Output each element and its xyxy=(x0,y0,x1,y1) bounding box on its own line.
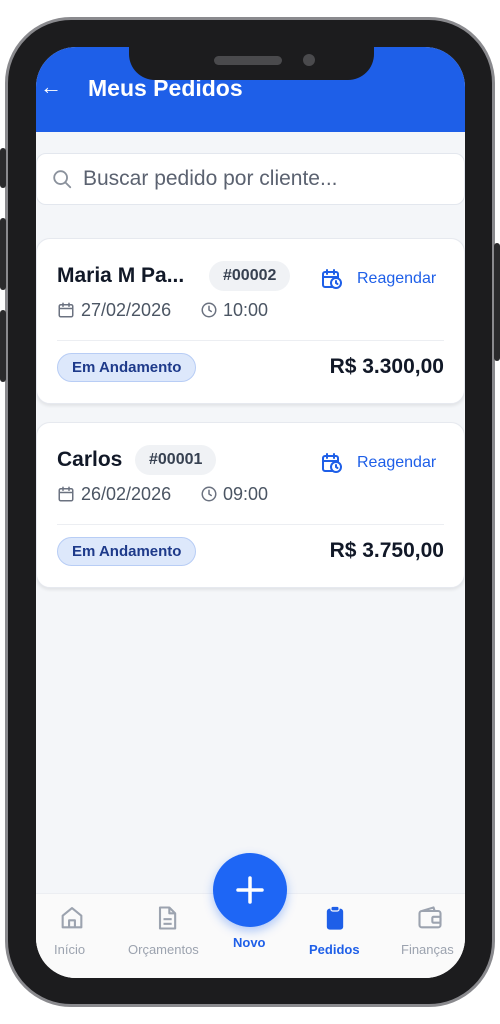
new-order-label: Novo xyxy=(233,935,266,950)
phone-side-button xyxy=(494,243,500,361)
notch xyxy=(129,47,374,80)
order-id-badge: #00002 xyxy=(209,261,291,291)
reschedule-label: Reagendar xyxy=(357,454,437,471)
order-card[interactable]: Carlos #00001 Reagendar 26/02/2026 09:00… xyxy=(36,422,465,588)
nav-label: Orçamentos xyxy=(128,942,199,957)
clipboard-icon xyxy=(326,905,344,930)
camera xyxy=(303,54,315,66)
calendar-icon xyxy=(58,486,74,502)
nav-label: Início xyxy=(54,942,86,957)
document-icon xyxy=(158,906,177,930)
reschedule-button[interactable]: Reagendar xyxy=(320,451,440,475)
reschedule-label: Reagendar xyxy=(357,270,437,287)
search-icon xyxy=(53,170,72,189)
order-date: 27/02/2026 xyxy=(81,300,172,320)
client-name: Carlos xyxy=(57,448,123,471)
calendar-clock-icon xyxy=(322,453,342,473)
wallet-icon xyxy=(418,906,442,929)
clock-icon xyxy=(201,302,217,318)
clock-icon xyxy=(201,486,217,502)
order-time: 10:00 xyxy=(223,300,269,320)
nav-item-inicio[interactable]: Início xyxy=(48,894,96,978)
home-icon xyxy=(61,907,83,929)
phone-screen: ← Meus Pedidos Maria M Pa... #00002 Reag… xyxy=(36,47,465,978)
order-time: 09:00 xyxy=(223,484,269,504)
calendar-icon xyxy=(58,302,74,318)
arrow-left-icon[interactable]: ← xyxy=(40,75,62,99)
order-total: R$ 3.300,00 xyxy=(329,355,444,378)
order-card[interactable]: Maria M Pa... #00002 Reagendar 27/02/202… xyxy=(36,238,465,404)
phone-side-button xyxy=(0,310,6,382)
phone-side-button xyxy=(0,218,6,290)
phone-side-button xyxy=(0,148,6,188)
reschedule-button[interactable]: Reagendar xyxy=(320,267,440,291)
search-input[interactable] xyxy=(83,164,453,194)
divider xyxy=(57,524,444,525)
order-id-badge: #00001 xyxy=(135,445,217,475)
nav-item-orcamentos[interactable]: Orçamentos xyxy=(126,894,210,978)
search-box[interactable] xyxy=(36,153,465,205)
status-badge: Em Andamento xyxy=(57,353,197,382)
nav-item-financas[interactable]: Finanças xyxy=(399,894,461,978)
new-order-button[interactable] xyxy=(213,853,287,927)
calendar-clock-icon xyxy=(322,269,342,289)
status-badge: Em Andamento xyxy=(57,537,197,566)
divider xyxy=(57,340,444,341)
nav-item-pedidos[interactable]: Pedidos xyxy=(306,894,366,978)
plus-icon xyxy=(236,876,264,904)
client-name: Maria M Pa... xyxy=(57,264,185,287)
nav-label: Finanças xyxy=(401,942,454,957)
speaker xyxy=(214,56,282,65)
order-date: 26/02/2026 xyxy=(81,484,172,504)
order-total: R$ 3.750,00 xyxy=(329,539,444,562)
nav-label: Pedidos xyxy=(309,942,360,957)
